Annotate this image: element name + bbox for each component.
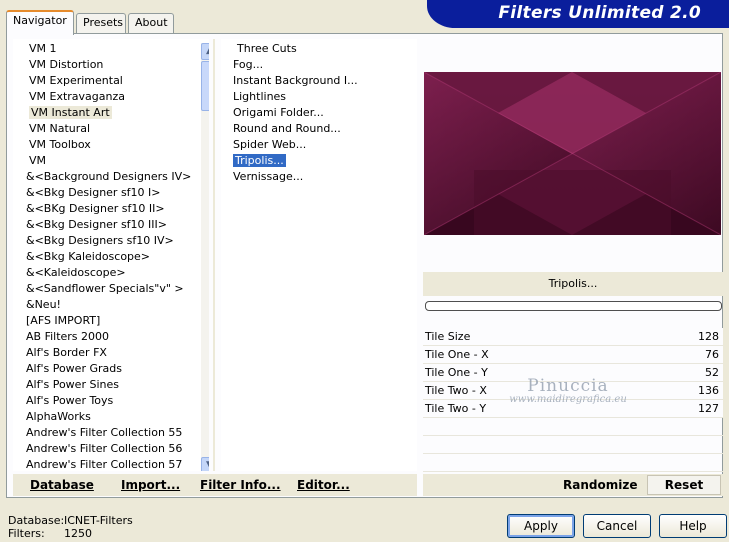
filter-item-label: Tripolis... [233,154,286,167]
category-item[interactable]: &<Sandflower Specials"v" > [13,281,209,297]
scroll-thumb[interactable] [201,61,209,111]
category-item[interactable]: &<Kaleidoscope> [13,265,209,281]
category-item[interactable]: &<Bkg Designers sf10 IV> [13,233,209,249]
category-item[interactable]: VM Distortion [13,57,209,73]
filter-item[interactable]: Origami Folder... [221,105,417,121]
status-database-label: Database: [8,514,65,527]
param-value: 76 [705,348,719,361]
filter-item-label: Three Cuts [237,42,297,55]
randomize-button[interactable]: Randomize [563,474,637,496]
scroll-up-button[interactable]: ▲ [201,43,209,60]
tab-about[interactable]: About [128,13,174,33]
category-item[interactable]: AlphaWorks [13,409,209,425]
divider [213,39,215,471]
filter-item-label: Origami Folder... [233,106,324,119]
progress-bar [425,301,722,311]
filter-info-button[interactable]: Filter Info... [200,474,281,496]
category-item[interactable]: &<Bkg Designer sf10 III> [13,217,209,233]
category-item[interactable]: Andrew's Filter Collection 56 [13,441,209,457]
param-value: 127 [698,402,719,415]
tab-presets[interactable]: Presets [76,13,126,33]
param-name: Tile One - Y [425,366,488,379]
tab-navigator[interactable]: Navigator [6,10,74,35]
param-row[interactable]: Tile Two - Y 127 [423,400,723,418]
category-item[interactable]: VM Natural [13,121,209,137]
category-item[interactable]: VM Experimental [13,73,209,89]
filter-item[interactable]: Lightlines [221,89,417,105]
param-name: Tile One - X [425,348,489,361]
filter-item[interactable]: Fog... [221,57,417,73]
title-banner: Filters Unlimited 2.0 [427,0,729,28]
category-item[interactable]: VM [13,153,209,169]
category-item[interactable]: Alf's Power Grads [13,361,209,377]
category-item[interactable]: &<Background Designers IV> [13,169,209,185]
category-list[interactable]: VM 1 VM Distortion VM Experimental VM Extra… [13,39,209,471]
filter-item-label: Vernissage... [233,170,304,183]
category-item[interactable]: VM Toolbox [13,137,209,153]
category-scrollbar[interactable]: ▲ ▼ [201,43,209,471]
help-button[interactable]: Help [659,514,727,538]
param-value: 52 [705,366,719,379]
navigator-panel: VM 1 VM Distortion VM Experimental VM Extra… [6,33,723,498]
category-item[interactable]: [AFS IMPORT] [13,313,209,329]
param-name: Tile Two - X [425,384,487,397]
category-item[interactable]: VM Instant Art [13,105,209,121]
category-item[interactable]: &<BKg Designer sf10 II> [13,201,209,217]
filter-title: Tripolis... [423,272,723,296]
param-row[interactable]: Tile Size 128 [423,328,723,346]
category-item[interactable]: &<Bkg Kaleidoscope> [13,249,209,265]
editor-button[interactable]: Editor... [297,474,350,496]
cancel-button[interactable]: Cancel [583,514,651,538]
tab-bar: Navigator Presets About [6,10,176,35]
param-value: 128 [698,330,719,343]
category-item[interactable]: Andrew's Filter Collection 55 [13,425,209,441]
parameter-list: Tile Size 128 Tile One - X 76 Tile One - Y 52… [423,328,723,472]
status-filters-label: Filters: [8,527,45,540]
category-item[interactable]: Alf's Power Sines [13,377,209,393]
scroll-down-button[interactable]: ▼ [201,457,209,471]
filter-item-label: Round and Round... [233,122,341,135]
filter-item-label: Instant Background I... [233,74,358,87]
filter-item[interactable]: Three Cuts [221,41,417,57]
param-row[interactable]: Tile One - X 76 [423,346,723,364]
status-area: Database:ICNET-Filters Filters: 1250 [8,514,133,540]
param-name: Tile Two - Y [425,402,487,415]
filter-item[interactable]: Vernissage... [221,169,417,185]
category-item[interactable]: VM 1 [13,41,209,57]
database-button[interactable]: Database [30,474,94,496]
filter-item[interactable]: Tripolis... [221,153,417,169]
category-item[interactable]: Alf's Border FX [13,345,209,361]
status-database-value: ICNET-Filters [64,514,133,527]
param-value: 136 [698,384,719,397]
filter-item-label: Spider Web... [233,138,307,151]
reset-button[interactable]: Reset [647,475,721,495]
preview-toolbar: Randomize Reset [423,474,723,496]
category-item[interactable]: Andrew's Filter Collection 57 [13,457,209,471]
filter-item[interactable]: Spider Web... [221,137,417,153]
navigator-toolbar: Database Import... Filter Info... Editor… [13,474,417,496]
status-filters-value: 1250 [64,527,92,540]
category-item[interactable]: Alf's Power Toys [13,393,209,409]
filter-item-label: Fog... [233,58,264,71]
filter-item-label: Lightlines [233,90,287,103]
filter-list[interactable]: Three Cuts Fog... Instant Background I... L… [221,39,417,471]
param-row[interactable]: Tile Two - X 136 [423,382,723,400]
tripolis-preview-graphic [424,72,721,235]
category-item[interactable]: AB Filters 2000 [13,329,209,345]
filter-item[interactable]: Instant Background I... [221,73,417,89]
param-name: Tile Size [425,330,471,343]
preview-image [424,72,721,235]
preview-area: Tripolis... Tile Size 128 Tile One - X 76 Ti… [423,39,723,472]
category-item[interactable]: &<Bkg Designer sf10 I> [13,185,209,201]
apply-button[interactable]: Apply [507,514,575,538]
param-row[interactable]: Tile One - Y 52 [423,364,723,382]
banner-title: Filters Unlimited 2.0 [498,3,701,23]
selected-category-label: VM Instant Art [29,106,112,119]
category-item[interactable]: VM Extravaganza [13,89,209,105]
category-item[interactable]: &Neu! [13,297,209,313]
import-button[interactable]: Import... [121,474,180,496]
filter-item[interactable]: Round and Round... [221,121,417,137]
